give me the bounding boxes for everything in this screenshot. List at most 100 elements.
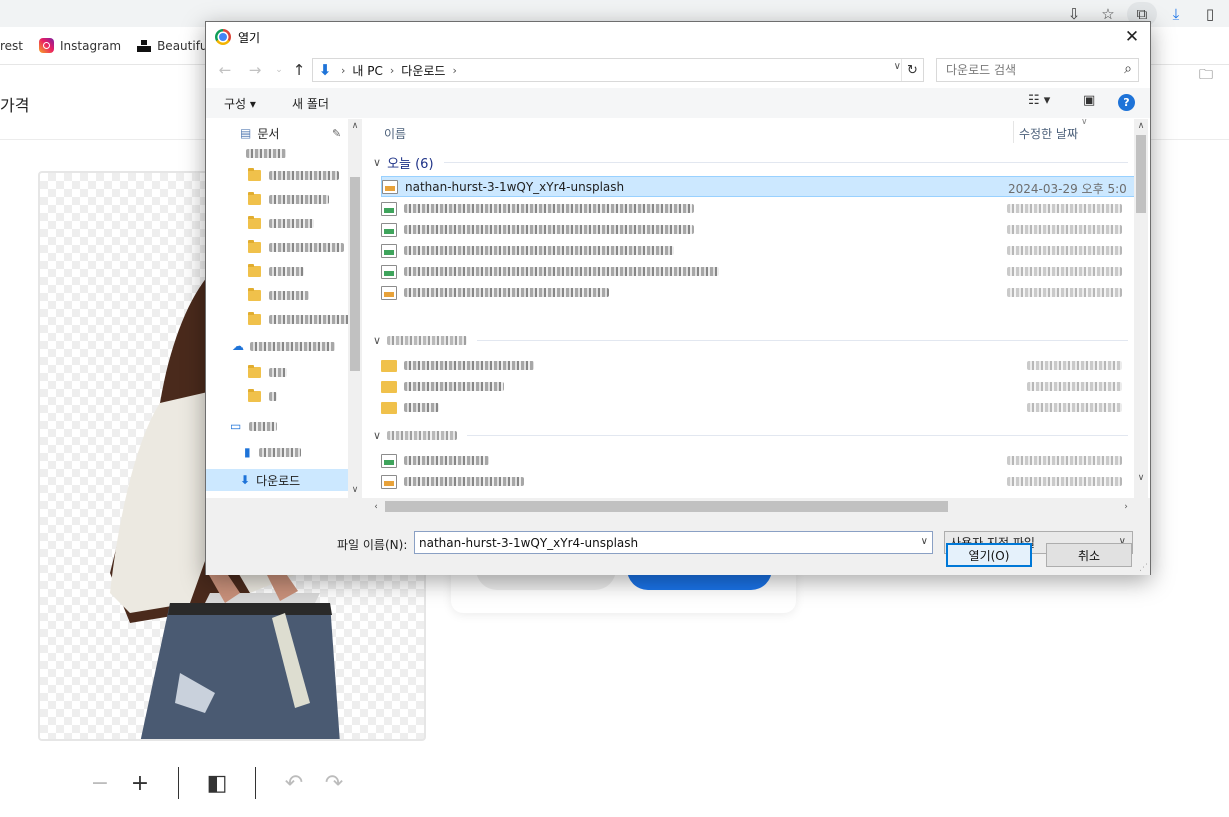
file-row[interactable] [381,376,1134,397]
scroll-right-icon[interactable]: › [1119,500,1133,514]
open-button[interactable]: 열기(O) [946,543,1032,567]
view-options-icon[interactable]: ☷ ▾ [1028,93,1050,108]
filename-field[interactable]: ∨ [414,531,933,554]
bookmark-item[interactable]: rest [0,39,23,53]
group-earlier[interactable]: ∨ [373,329,1128,351]
nav-item-downloads[interactable]: ⬇ 다운로드 [206,469,351,491]
bookmark-label: Instagram [60,38,122,53]
scroll-up-icon[interactable]: ∧ [1134,119,1148,133]
nav-item-onedrive[interactable]: ☁ [206,335,351,357]
search-box[interactable]: ⌕ [936,58,1139,82]
downloads-icon[interactable]: ⤓ [1161,2,1191,26]
help-icon[interactable]: ? [1118,94,1135,111]
nav-folder[interactable] [206,164,351,186]
undo-icon[interactable]: ↶ [274,765,314,801]
nav-folder[interactable] [206,212,351,234]
refresh-icon[interactable]: ↻ [901,59,923,81]
file-row[interactable] [381,397,1134,418]
scrollbar-thumb[interactable] [350,177,360,371]
scroll-up-icon[interactable]: ∧ [348,119,362,133]
nav-folder[interactable] [206,236,351,258]
download-arrow-icon: ⬇ [318,61,332,79]
chevron-right-icon[interactable]: › [452,64,456,77]
file-row[interactable] [381,450,1134,471]
blurred-label [269,218,314,228]
file-row[interactable] [381,261,1134,282]
recent-locations-icon[interactable]: ⌄ [268,58,290,82]
column-date-modified[interactable]: 수정한 날짜 [1019,125,1078,142]
compare-icon[interactable]: ◧ [197,765,237,801]
file-list-scrollbar[interactable]: ∧ ∨ [1134,119,1148,499]
file-row[interactable] [381,219,1134,240]
file-row[interactable] [381,198,1134,219]
nav-folder[interactable] [206,260,351,282]
breadcrumb-downloads[interactable]: 다운로드 [401,62,445,79]
blurred-file-name [404,246,674,255]
preview-pane-icon[interactable]: ▣ [1083,93,1095,108]
pin-icon[interactable]: ✎ [332,127,341,140]
chevron-right-icon[interactable]: › [341,64,345,77]
nav-folder[interactable] [206,188,351,210]
scrollbar-thumb[interactable] [385,501,948,512]
blurred-label [269,391,277,401]
file-row[interactable] [381,240,1134,261]
resize-grip-icon[interactable]: ⋰ [1139,563,1148,573]
search-icon[interactable]: ⌕ [1124,61,1132,77]
close-icon[interactable]: ✕ [1120,25,1144,49]
nav-link-pricing[interactable]: 가격 [0,92,29,116]
blurred-label [269,242,344,252]
nav-item-this-pc[interactable]: ▭ [206,415,351,437]
scrollbar-thumb[interactable] [1136,135,1146,213]
column-name[interactable]: 이름 [384,125,406,142]
image-file-icon [381,264,397,279]
forward-icon[interactable]: → [244,58,266,82]
nav-item-label: 다운로드 [256,473,301,488]
command-bar: 구성 ▾ 새 폴더 ☷ ▾ ▣ ? [206,88,1150,118]
image-file-icon [381,453,397,468]
back-icon[interactable]: ← [214,58,236,82]
filename-input[interactable] [415,532,905,553]
nav-item-desktop[interactable]: ▮ [206,441,351,463]
chevron-right-icon[interactable]: › [390,64,394,77]
chevron-down-icon: ∨ [373,428,382,442]
nav-folder[interactable] [206,361,351,383]
nav-folder[interactable] [206,284,351,306]
organize-menu[interactable]: 구성 ▾ [224,95,256,112]
search-input[interactable] [938,60,1113,80]
scroll-down-icon[interactable]: ∨ [1134,471,1148,485]
address-bar[interactable]: ⬇ › 내 PC › 다운로드 › ∨ ↻ [312,58,924,82]
scroll-left-icon[interactable]: ‹ [369,500,383,514]
file-row[interactable] [381,471,1134,492]
cloud-icon: ☁ [232,339,244,353]
file-row[interactable] [381,355,1134,376]
zoom-in-icon[interactable]: + [120,765,160,801]
horizontal-scrollbar[interactable]: ‹ › [369,498,1134,515]
nav-item-documents[interactable]: ▤ 문서 ✎ [206,122,351,144]
new-folder-button[interactable]: 새 폴더 [292,95,329,112]
group-label: 오늘 (6) [387,156,434,172]
chevron-down-icon[interactable]: ∨ [894,61,901,72]
redo-icon[interactable]: ↷ [314,765,354,801]
nav-pane-scrollbar[interactable]: ∧ ∨ [348,119,362,499]
breadcrumb-this-pc[interactable]: 내 PC [352,62,382,79]
nav-folder[interactable] [206,142,351,164]
file-row[interactable] [381,282,1134,303]
zoom-out-icon[interactable]: − [80,765,120,801]
group-older[interactable]: ∨ [373,424,1128,446]
side-panel-icon[interactable]: ▯ [1195,2,1225,26]
chevron-down-icon[interactable]: ∨ [921,536,928,547]
up-icon[interactable]: ↑ [288,58,310,82]
instagram-icon [39,38,55,53]
bookmark-instagram[interactable]: Instagram [39,38,121,53]
nav-folder[interactable] [206,308,351,330]
file-row-selected[interactable]: nathan-hurst-3-1wQY_xYr4-unsplash 2024-0… [381,176,1134,197]
nav-folder[interactable] [206,385,351,407]
scroll-down-icon[interactable]: ∨ [348,483,362,497]
cancel-button[interactable]: 취소 [1046,543,1132,567]
blurred-file-date [1007,477,1122,486]
blurred-label [268,314,351,324]
folder-icon [248,364,261,378]
column-divider[interactable] [1013,121,1014,143]
group-today[interactable]: ∨ 오늘 (6) [373,151,1128,173]
column-header: 이름 수정한 날짜 ∨ [369,119,1134,145]
